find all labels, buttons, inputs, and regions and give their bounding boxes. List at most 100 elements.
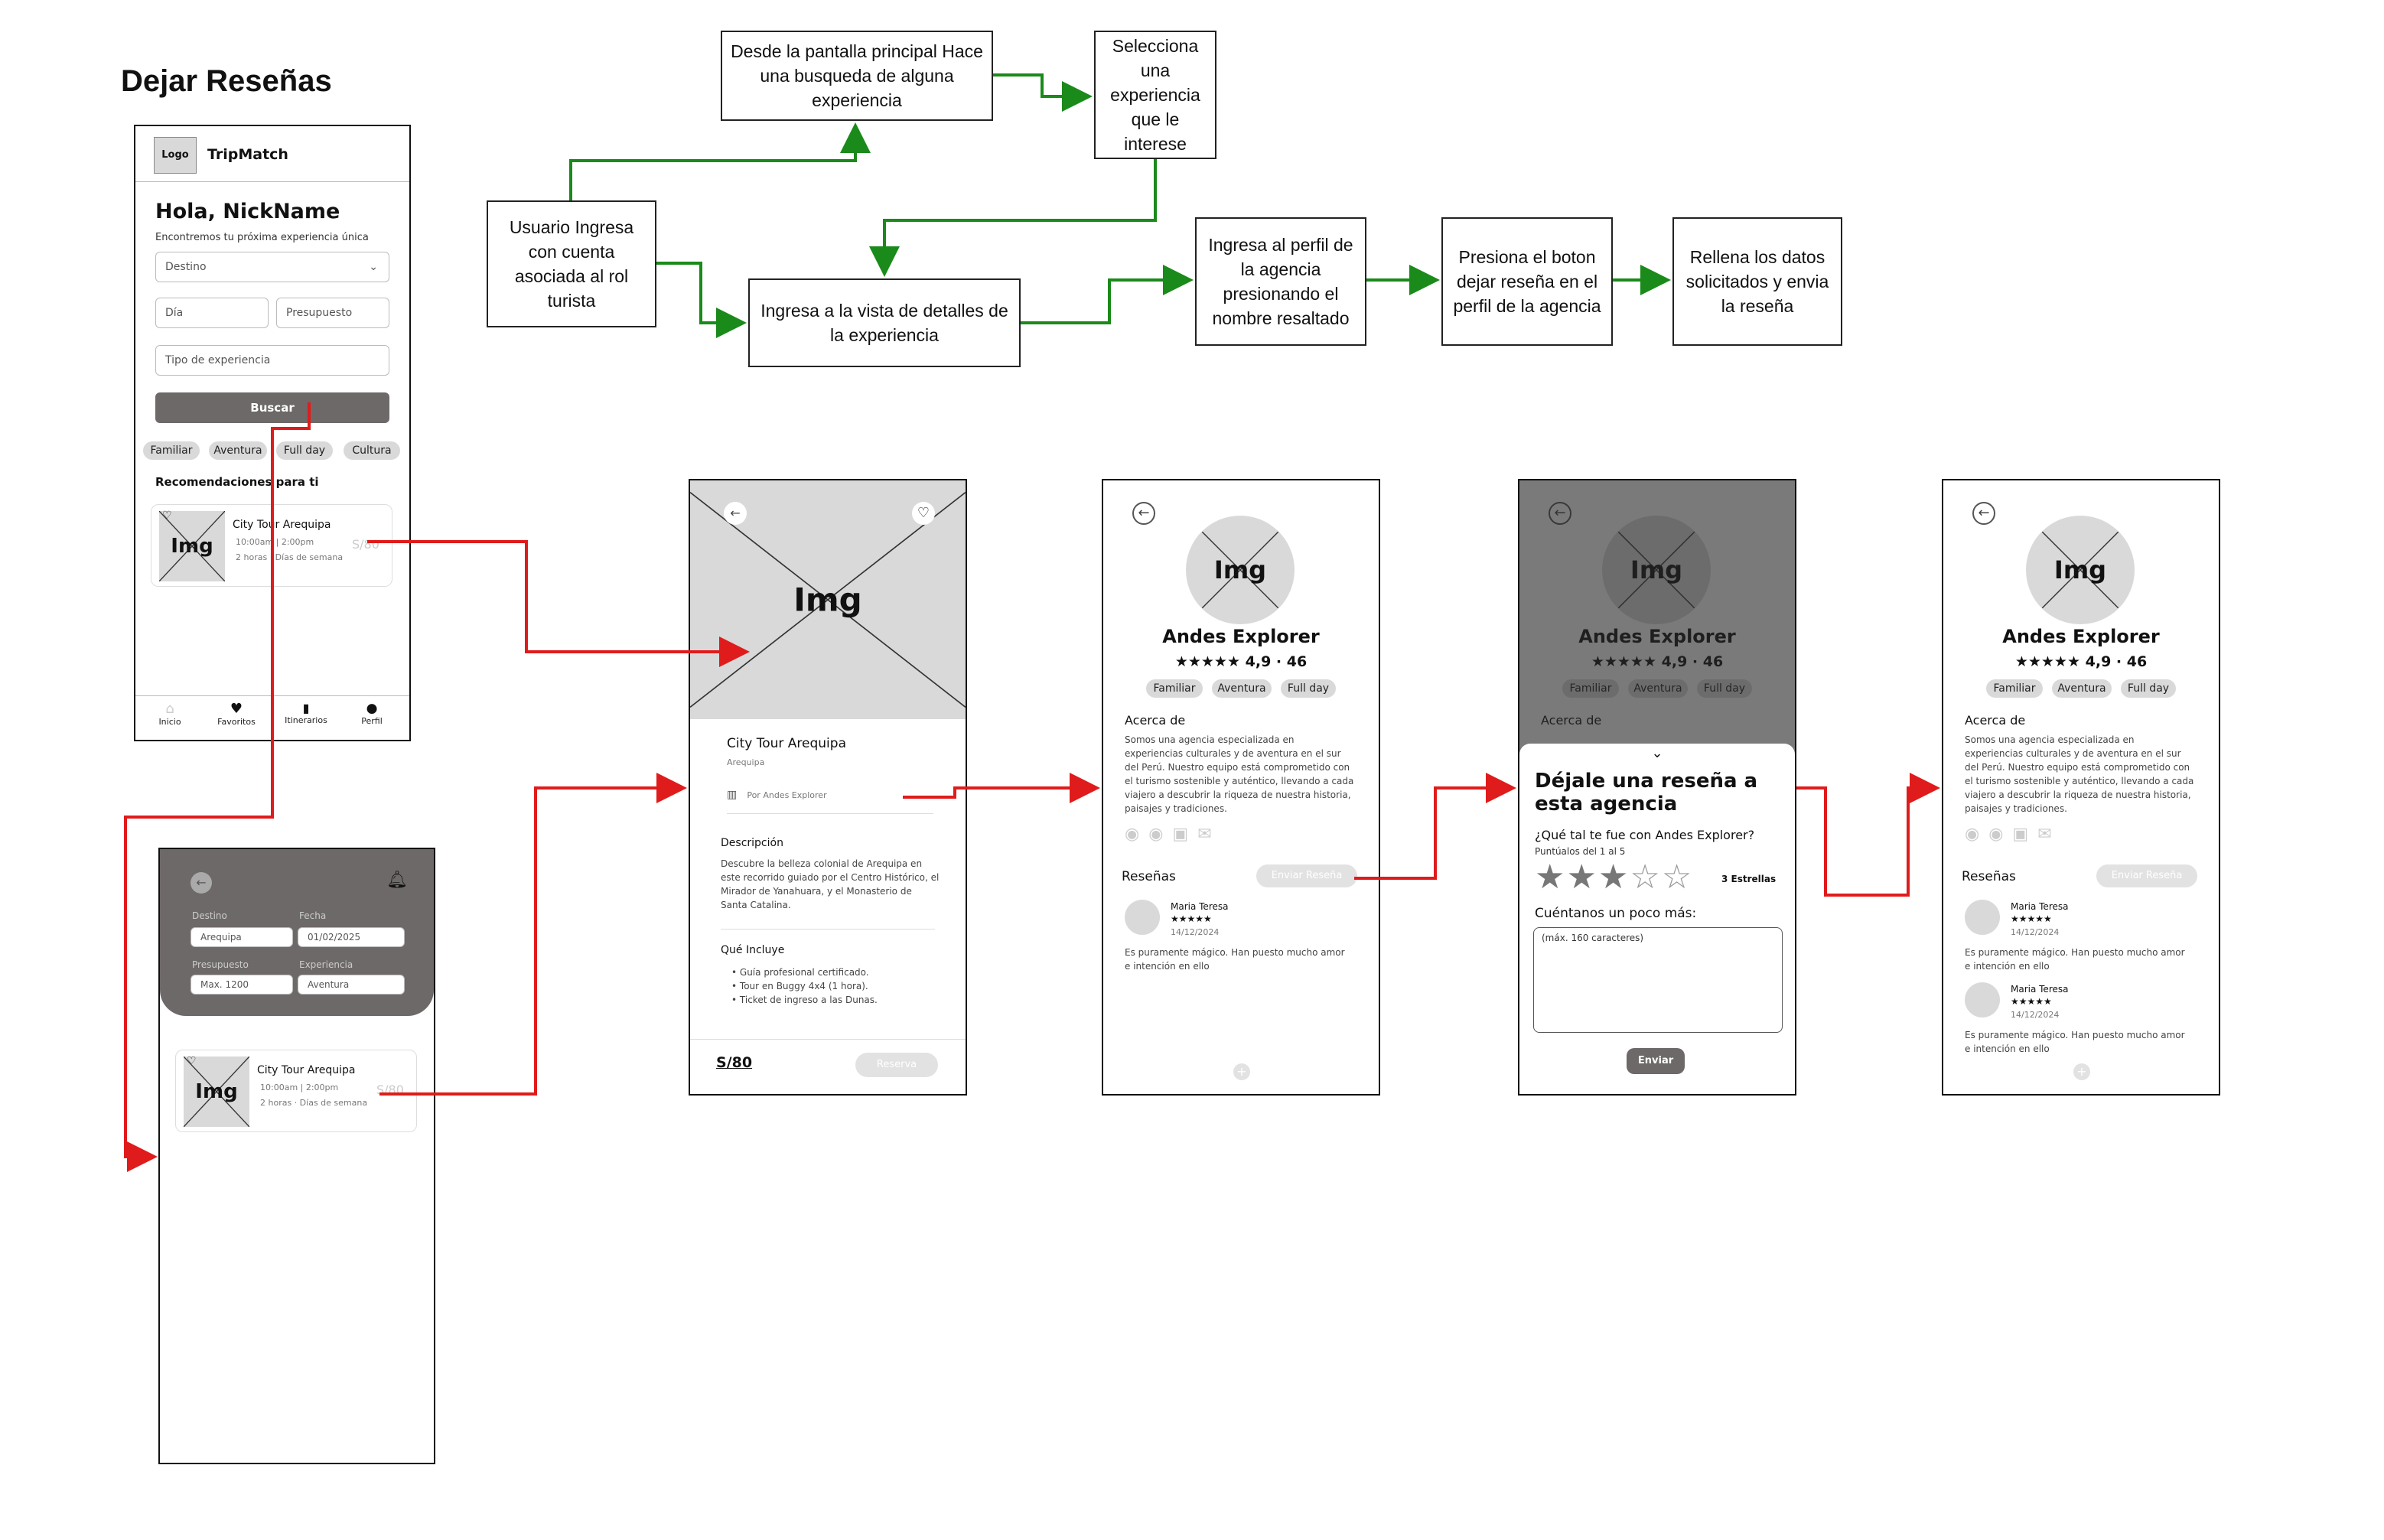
review-stars: ★★★★★ bbox=[1171, 913, 1212, 924]
dia-field[interactable]: Día bbox=[155, 298, 269, 328]
about-text: Somos una agencia especializada en exper… bbox=[1965, 734, 2194, 814]
destino-label: Destino bbox=[165, 261, 207, 273]
buscar-button[interactable]: Buscar bbox=[155, 392, 389, 423]
instagram-icon[interactable]: ▣ bbox=[1172, 825, 1197, 844]
flow-arrow-3-4 bbox=[869, 159, 1157, 277]
review-sheet: ⌄ Déjale una reseña a esta agencia ¿Qué … bbox=[1519, 744, 1795, 1094]
tipo-experiencia-field[interactable]: Tipo de experiencia bbox=[155, 345, 389, 376]
back-button[interactable]: ← bbox=[724, 502, 747, 525]
nav-inicio[interactable]: ⌂ Inicio bbox=[146, 701, 194, 727]
home-screen: Logo TripMatch Hola, NickName Encontremo… bbox=[134, 125, 411, 741]
card-duration: 2 horas · Días de semana bbox=[260, 1098, 368, 1108]
chip-full-day[interactable]: Full day bbox=[2121, 679, 2176, 698]
heart-filled-icon: ♥ bbox=[230, 701, 243, 717]
reviewer-avatar bbox=[1125, 900, 1160, 935]
star-filled-icon[interactable]: ★ bbox=[1566, 858, 1597, 897]
detail-price: S/80 bbox=[716, 1054, 753, 1071]
chip-aventura[interactable]: Aventura bbox=[2052, 679, 2112, 698]
back-button[interactable]: ← bbox=[1132, 502, 1155, 525]
experience-card[interactable]: Img ♡ City Tour Arequipa 10:00am | 2:00p… bbox=[151, 504, 392, 587]
enviar-resena-button[interactable]: Enviar Reseña bbox=[2096, 864, 2197, 887]
flow-box-6: Presiona el boton dejar reseña en el per… bbox=[1441, 217, 1613, 346]
review-modal-screen: ← Img Andes Explorer ★★★★★ 4,9 · 46 Fami… bbox=[1518, 479, 1796, 1096]
flow-arrow-1-2 bbox=[569, 122, 871, 200]
chip-aventura[interactable]: Aventura bbox=[209, 441, 267, 460]
star-rating[interactable]: ★★★☆☆ bbox=[1535, 858, 1693, 897]
presupuesto-value[interactable]: Max. 1200 bbox=[191, 975, 293, 995]
chip-full-day[interactable]: Full day bbox=[276, 441, 333, 460]
chip-familiar[interactable]: Familiar bbox=[143, 441, 200, 460]
facebook-icon[interactable]: ◉ bbox=[1125, 825, 1148, 844]
modal-question: ¿Qué tal te fue con Andes Explorer? bbox=[1535, 828, 1755, 842]
reviewer-avatar bbox=[1965, 900, 2000, 935]
back-button[interactable]: ← bbox=[1972, 502, 1995, 525]
bell-icon[interactable]: 🔔︎ bbox=[386, 871, 408, 890]
review-text: Es puramente mágico. Han puesto mucho am… bbox=[1125, 947, 1345, 972]
flow-box-5: Ingresa al perfil de la agencia presiona… bbox=[1195, 217, 1366, 346]
stars-label: 3 Estrellas bbox=[1721, 874, 1777, 884]
back-button[interactable]: ← bbox=[191, 872, 212, 894]
star-filled-icon[interactable]: ★ bbox=[1598, 858, 1630, 897]
review-textarea[interactable]: (máx. 160 caracteres) bbox=[1533, 927, 1783, 1033]
star-empty-icon[interactable]: ☆ bbox=[1630, 858, 1661, 897]
nav-perfil[interactable]: ● Perfil bbox=[345, 701, 399, 726]
recommendations-title: Recomendaciones para ti bbox=[155, 475, 319, 489]
destino-select[interactable]: Destino ⌄ bbox=[155, 252, 389, 282]
detail-location: Arequipa bbox=[727, 757, 765, 767]
more-button[interactable]: + bbox=[1233, 1063, 1250, 1080]
reserve-button[interactable]: Reserva bbox=[855, 1053, 938, 1077]
star-empty-icon[interactable]: ☆ bbox=[1662, 858, 1693, 897]
whatsapp-icon[interactable]: ◉ bbox=[1988, 825, 2012, 844]
star-filled-icon[interactable]: ★ bbox=[1535, 858, 1566, 897]
review-stars: ★★★★★ bbox=[2011, 996, 2052, 1007]
greeting-subtitle: Encontremos tu próxima experiencia única bbox=[155, 232, 369, 243]
facebook-icon[interactable]: ◉ bbox=[1965, 825, 1988, 844]
includes-title: Qué Incluye bbox=[721, 944, 785, 956]
greeting: Hola, NickName bbox=[155, 200, 340, 223]
heart-icon[interactable]: ♡ bbox=[912, 502, 935, 525]
nav-favoritos[interactable]: ♥ Favoritos bbox=[206, 701, 267, 727]
about-title: Acerca de bbox=[1965, 713, 2026, 728]
instagram-icon[interactable]: ▣ bbox=[2012, 825, 2037, 844]
nav-itinerarios[interactable]: ▮ Itinerarios bbox=[275, 701, 337, 725]
heart-icon[interactable]: ♡ bbox=[187, 1055, 197, 1067]
result-card[interactable]: Img ♡ City Tour Arequipa 10:00am | 2:00p… bbox=[175, 1050, 417, 1132]
flow-box-7: Rellena los datos solicitados y envia la… bbox=[1672, 217, 1842, 346]
agency-rating: ★★★★★ 4,9 · 46 bbox=[1103, 653, 1379, 670]
chip-familiar[interactable]: Familiar bbox=[1146, 679, 1203, 698]
review-date: 14/12/2024 bbox=[1171, 927, 1220, 937]
whatsapp-icon[interactable]: ◉ bbox=[1148, 825, 1172, 844]
mail-icon[interactable]: ✉ bbox=[1197, 825, 1220, 844]
chip-cultura[interactable]: Cultura bbox=[344, 441, 400, 460]
card-title: City Tour Arequipa bbox=[257, 1064, 356, 1076]
chevron-down-icon[interactable]: ⌄ bbox=[1519, 745, 1795, 761]
building-icon: ▥ bbox=[727, 789, 738, 801]
include-item: • Tour en Buggy 4x4 (1 hora). bbox=[731, 981, 868, 991]
card-price: S/80 bbox=[352, 537, 379, 552]
detail-screen: Img ← ♡ City Tour Arequipa Arequipa ▥ Po… bbox=[689, 479, 967, 1096]
label-destino: Destino bbox=[192, 910, 227, 921]
review-stars: ★★★★★ bbox=[2011, 913, 2052, 924]
chip-full-day[interactable]: Full day bbox=[1281, 679, 1336, 698]
review-text: Es puramente mágico. Han puesto mucho am… bbox=[1965, 1030, 2185, 1054]
reviews-title: Reseñas bbox=[1122, 869, 1176, 884]
agency-name-link[interactable]: Por Andes Explorer bbox=[747, 790, 826, 800]
mail-icon[interactable]: ✉ bbox=[2037, 825, 2060, 844]
nav-arrow-home-to-detail bbox=[367, 540, 750, 667]
destino-value[interactable]: Arequipa bbox=[191, 927, 293, 947]
chip-familiar[interactable]: Familiar bbox=[1986, 679, 2043, 698]
flow-box-2: Desde la pantalla principal Hace una bus… bbox=[721, 31, 993, 121]
enviar-resena-button[interactable]: Enviar Reseña bbox=[1256, 864, 1357, 887]
fecha-value[interactable]: 01/02/2025 bbox=[298, 927, 405, 947]
more-button[interactable]: + bbox=[2073, 1063, 2090, 1080]
send-button[interactable]: Enviar bbox=[1627, 1048, 1685, 1074]
chip-aventura[interactable]: Aventura bbox=[1212, 679, 1272, 698]
flow-box-1: Usuario Ingresa con cuenta asociada al r… bbox=[487, 200, 656, 327]
card-price: S/80 bbox=[376, 1083, 404, 1097]
presupuesto-field[interactable]: Presupuesto bbox=[276, 298, 389, 328]
experiencia-value[interactable]: Aventura bbox=[298, 975, 405, 995]
agency-link[interactable]: ▥ Por Andes Explorer bbox=[727, 786, 933, 814]
flow-arrow-2-3 bbox=[993, 73, 1093, 112]
heart-icon[interactable]: ♡ bbox=[162, 510, 172, 522]
description-title: Descripción bbox=[721, 837, 783, 849]
